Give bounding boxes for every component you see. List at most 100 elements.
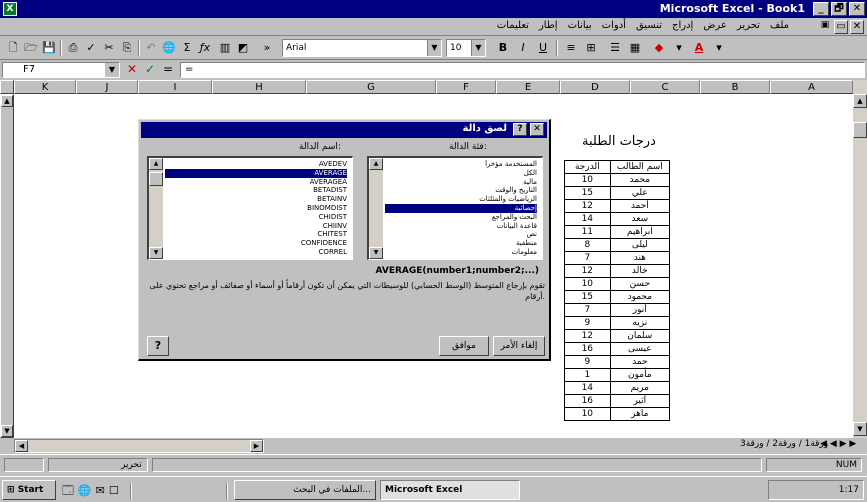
new-file-icon[interactable]: 🗋 [4,39,22,57]
grade-cell[interactable]: 7 [564,251,611,265]
copy-icon[interactable]: ⎘ [118,39,136,57]
list-item[interactable]: منطقية [385,239,537,248]
name-cell[interactable]: حسن [609,277,671,291]
doc-restore-button[interactable]: ▭ [834,20,848,34]
list-item[interactable]: AVERAGE [165,168,347,178]
hyperlink-icon[interactable]: 🌐 [160,39,178,57]
drawing-icon[interactable]: ◩ [234,39,252,57]
list-item[interactable]: CONFIDENCE [165,239,347,248]
name-cell[interactable]: خالد [609,264,671,278]
toolbar-options-icon[interactable]: » [258,39,276,57]
name-cell[interactable]: عيسى [609,342,671,356]
chevron-down-icon[interactable]: ▼ [471,40,485,56]
name-cell[interactable]: محمود [609,290,671,304]
list-scrollbar[interactable]: ▲ ▼ [149,158,163,259]
cancel-button[interactable]: إلغاء الأمر [493,336,545,356]
list-item[interactable]: التاريخ والوقت [385,186,537,195]
list-item[interactable]: BETADIST [165,186,347,195]
scroll-thumb[interactable] [149,172,163,186]
grade-cell[interactable]: 7 [564,303,611,317]
menu-item[interactable]: عرض [703,20,727,31]
quick-launch[interactable]: 🗔🌐✉☐ [62,482,123,501]
column-header[interactable]: F [436,80,496,94]
ok-button[interactable]: موافق [439,336,489,356]
name-cell[interactable]: هند [609,251,671,265]
list-item[interactable]: معلومات [385,248,537,257]
print-icon[interactable]: ⎙ [64,39,82,57]
scroll-down-icon[interactable]: ▼ [369,247,383,259]
autosum-icon[interactable]: Σ [178,39,196,57]
formula-input[interactable]: = [180,62,865,78]
name-cell[interactable]: علي [609,186,671,200]
scroll-right-icon[interactable]: ▶ [250,440,263,452]
column-header[interactable]: C [630,80,700,94]
fill-color-icon[interactable]: ◆ [650,39,668,57]
grade-cell[interactable]: 11 [564,225,611,239]
italic-button[interactable]: I [514,39,532,57]
list-item[interactable]: إحصائية [385,203,537,213]
open-folder-icon[interactable]: 🗁 [22,39,40,57]
list-item[interactable]: CHITEST [165,230,347,239]
menu-item[interactable]: إدراج [672,20,693,31]
align-right-icon[interactable]: ≡ [562,39,580,57]
column-header[interactable]: J [76,80,138,94]
scroll-down-icon[interactable]: ▼ [149,247,163,259]
header-name[interactable]: اسم الطالب [609,160,671,174]
chevron-down-icon[interactable]: ▼ [427,40,441,56]
doc-icon[interactable]: ▣ [818,20,832,34]
function-category-list[interactable]: ▲ ▼ المستخدمة مؤخراً الكل مالية التاريخ وال… [367,156,543,260]
grade-cell[interactable]: 9 [564,355,611,369]
list-item[interactable]: الرياضيات والمثلثات [385,195,537,204]
scroll-up-icon[interactable]: ▲ [1,95,13,107]
grade-cell[interactable]: 12 [564,264,611,278]
column-header[interactable]: I [138,80,212,94]
column-header[interactable]: D [560,80,630,94]
scroll-left-icon[interactable]: ◀ [15,440,28,452]
grade-cell[interactable]: 12 [564,199,611,213]
scroll-thumb[interactable] [853,122,867,138]
grade-cell[interactable]: 10 [564,173,611,187]
spelling-icon[interactable]: ✓ [82,39,100,57]
list-scrollbar[interactable]: ▲ ▼ [369,158,383,259]
column-header[interactable]: H [212,80,306,94]
menu-item[interactable]: بيانات [568,20,592,31]
column-header[interactable]: G [306,80,436,94]
list-item[interactable]: AVERAGEA [165,178,347,187]
start-button[interactable]: ⊞ Start [2,480,56,500]
save-icon[interactable]: 💾 [40,39,58,57]
grade-cell[interactable]: 1 [564,368,611,382]
name-cell[interactable]: محمد [609,173,671,187]
list-item[interactable]: AVEDEV [165,160,347,169]
name-cell[interactable]: أثير [609,394,671,408]
chevron-down-icon[interactable]: ▼ [105,63,119,77]
list-item[interactable]: الكل [385,169,537,178]
menu-item[interactable]: أدوات [602,20,626,31]
name-cell[interactable]: ماهر [609,407,671,421]
font-size-select[interactable]: 10 ▼ [446,39,486,57]
excel-app-icon[interactable]: X [3,2,17,16]
list-item[interactable]: CHIDIST [165,213,347,222]
column-header[interactable]: K [14,80,76,94]
list-item[interactable]: البحث والمراجع [385,213,537,222]
grade-cell[interactable]: 12 [564,329,611,343]
name-cell[interactable]: أحمد [609,199,671,213]
column-header[interactable]: A [770,80,853,94]
scroll-up-icon[interactable]: ▲ [149,158,163,170]
scroll-down-icon[interactable]: ▼ [1,425,13,437]
menu-item[interactable]: تنسيق [636,20,662,31]
name-cell[interactable]: ليلى [609,238,671,252]
font-color-button[interactable]: A [690,39,708,57]
grade-cell[interactable]: 10 [564,277,611,291]
list-item[interactable]: CHIINV [165,222,347,231]
dialog-help-button[interactable]: ? [513,123,527,136]
chevron-down-icon[interactable]: ▾ [710,39,728,57]
taskbar-item-active[interactable]: Microsoft Excel [380,480,520,500]
function-name-list[interactable]: ▲ ▼ AVEDEV AVERAGE AVERAGEA BETADIST BETAINV… [147,156,353,260]
list-item[interactable]: BINOMDIST [165,204,347,213]
underline-button[interactable]: U [534,39,552,57]
taskbar-item[interactable]: الملفات في البحث... [234,480,376,500]
borders-icon[interactable]: ▦ [626,39,644,57]
name-cell[interactable]: سعد [609,212,671,226]
list-item[interactable]: المستخدمة مؤخراً [385,160,537,169]
select-all-button[interactable] [0,80,14,94]
